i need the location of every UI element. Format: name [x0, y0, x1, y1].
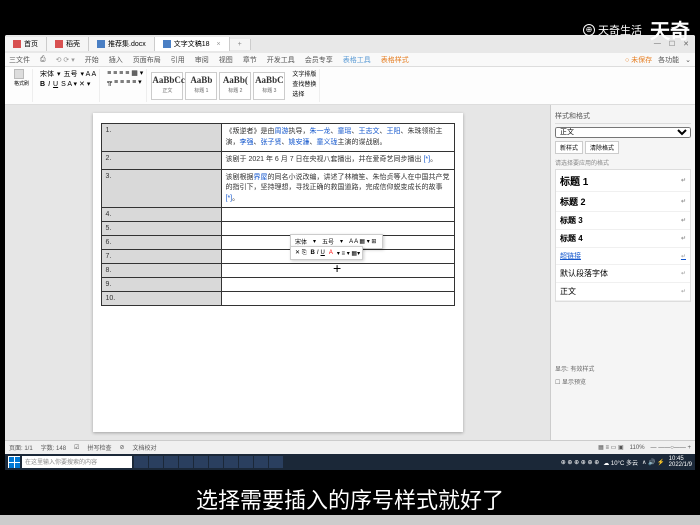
watermark: ⊕天奇生活天奇	[583, 15, 690, 44]
style-list[interactable]: 标题 1↵标题 2↵标题 3↵标题 4↵超链接↵默认段落字体↵正文↵	[555, 169, 691, 302]
rtab-dev[interactable]: 开发工具	[267, 55, 295, 65]
taskbar-app-icon[interactable]	[209, 456, 223, 468]
page: 1.《叛逆者》是由周游执导，朱一龙、童瑶、王志文、王阳、朱珠领衔主演，李强、张子…	[93, 113, 463, 432]
taskbar-app-icon[interactable]	[134, 456, 148, 468]
rtab-insert[interactable]: 插入	[109, 55, 123, 65]
status-bar: 页面: 1/1 字数: 148 ☑拼写检查 ⊘文档校对 ▦ ≡ ▭ ▣ 110%…	[5, 440, 695, 454]
table-row[interactable]: 5.	[101, 222, 454, 236]
text-cursor: +	[333, 260, 341, 276]
tab-home[interactable]: 首页	[5, 37, 47, 51]
table-row[interactable]: 8.	[101, 264, 454, 278]
style-list-item[interactable]: 标题 2↵	[556, 192, 690, 212]
table-row[interactable]: 7.	[101, 250, 454, 264]
style-list-item[interactable]: 正文↵	[556, 283, 690, 301]
style-list-item[interactable]: 标题 3↵	[556, 212, 690, 230]
style-list-item[interactable]: 默认段落字体↵	[556, 265, 690, 283]
tab-doc2[interactable]: 文字文稿18×	[155, 37, 230, 51]
start-button[interactable]	[8, 456, 20, 468]
styles-pane: 样式和格式 正文 新样式 清除格式 请选择要应用的格式 标题 1↵标题 2↵标题…	[550, 105, 695, 440]
system-tray[interactable]: ⊕ ⊕ ⊕ ⊕ ⊕ ⊕ ☁ 10°C 多云 ∧ 🔊 ⚡ 10:452022/1/…	[561, 456, 692, 468]
document-canvas[interactable]: 1.《叛逆者》是由周游执导，朱一龙、童瑶、王志文、王阳、朱珠领衔主演，李强、张子…	[5, 105, 550, 440]
taskbar-app-icon[interactable]	[224, 456, 238, 468]
taskbar-app-icon[interactable]	[269, 456, 283, 468]
rtab-tablestyle[interactable]: 表格样式	[381, 55, 409, 65]
rtab-layout[interactable]: 页面布局	[133, 55, 161, 65]
paste-icon[interactable]	[14, 69, 24, 79]
style-list-item[interactable]: 标题 4↵	[556, 230, 690, 248]
zoom-level[interactable]: 110%	[630, 445, 645, 451]
rtab-section[interactable]: 章节	[243, 55, 257, 65]
tab-docer[interactable]: 稻壳	[47, 37, 89, 51]
table-row[interactable]: 2.该剧于 2021 年 6 月 7 日在央视八套播出，并在爱奇艺同步播出 [*…	[101, 152, 454, 170]
taskbar-app-icon[interactable]	[179, 456, 193, 468]
file-menu[interactable]: 三文件	[9, 55, 30, 65]
text-layout-button[interactable]: 文字排版	[292, 69, 316, 78]
rtab-ref[interactable]: 引用	[171, 55, 185, 65]
taskbar-app-icon[interactable]	[239, 456, 253, 468]
current-style-select[interactable]: 正文	[555, 127, 691, 138]
mini-toolbar-row2[interactable]: ✕ ⎘B I U A ▾ ≡ ▾ ▦▾	[290, 246, 363, 260]
taskbar-app-icon[interactable]	[149, 456, 163, 468]
style-gallery[interactable]: AaBbCcDd正文 AaBb标题 1 AaBb(标题 2 AaBbC标题 3	[151, 72, 285, 100]
style-list-item[interactable]: 标题 1↵	[556, 170, 690, 192]
ribbon-tabs: 三文件 ⎙ ⟲ ⟳ ▾ 开始 插入 页面布局 引用 审阅 视图 章节 开发工具 …	[5, 53, 695, 67]
rtab-view[interactable]: 视图	[219, 55, 233, 65]
style-list-item[interactable]: 超链接↵	[556, 248, 690, 265]
rtab-tabletools[interactable]: 表格工具	[343, 55, 371, 65]
table-row[interactable]: 3.该剧根据界屋的同名小说改编，讲述了林楠笙、朱怡贞等人在中国共产党的指引下，坚…	[101, 169, 454, 208]
video-subtitle: 选择需要插入的序号样式就好了	[0, 483, 700, 515]
rtab-review[interactable]: 审阅	[195, 55, 209, 65]
table-row[interactable]: 9.	[101, 278, 454, 292]
taskbar-app-icon[interactable]	[164, 456, 178, 468]
rtab-vip[interactable]: 会员专享	[305, 55, 333, 65]
clear-format-button[interactable]: 清除格式	[585, 141, 619, 154]
print-icon[interactable]: ⎙	[40, 56, 46, 64]
table-row[interactable]: 4.	[101, 208, 454, 222]
table-row[interactable]: 6.	[101, 236, 454, 250]
taskbar-app-icon[interactable]	[254, 456, 268, 468]
tab-doc1[interactable]: 推荐集.docx	[89, 37, 155, 51]
taskbar-search[interactable]: 在这里输入你要搜索的内容	[22, 456, 132, 468]
find-replace-button[interactable]: 查找替换	[292, 79, 316, 88]
new-style-button[interactable]: 新样式	[555, 141, 583, 154]
select-button[interactable]: 选择	[292, 89, 316, 98]
ribbon-toolbar: 格式刷 宋体▾ 五号▾ A A B I U S A ▾ ✕ ▾ ≡ ≡ ≡ ≡ …	[5, 67, 695, 105]
rtab-start[interactable]: 开始	[85, 55, 99, 65]
content-table[interactable]: 1.《叛逆者》是由周游执导，朱一龙、童瑶、王志文、王阳、朱珠领衔主演，李强、张子…	[101, 123, 455, 306]
taskbar-app-icon[interactable]	[194, 456, 208, 468]
table-row[interactable]: 10.	[101, 292, 454, 306]
new-tab-button[interactable]: +	[230, 39, 251, 50]
taskbar[interactable]: 在这里输入你要搜索的内容 ⊕ ⊕ ⊕ ⊕ ⊕ ⊕ ☁ 10°C 多云 ∧ 🔊 ⚡…	[5, 454, 695, 470]
table-row[interactable]: 1.《叛逆者》是由周游执导，朱一龙、童瑶、王志文、王阳、朱珠领衔主演，李强、张子…	[101, 124, 454, 152]
